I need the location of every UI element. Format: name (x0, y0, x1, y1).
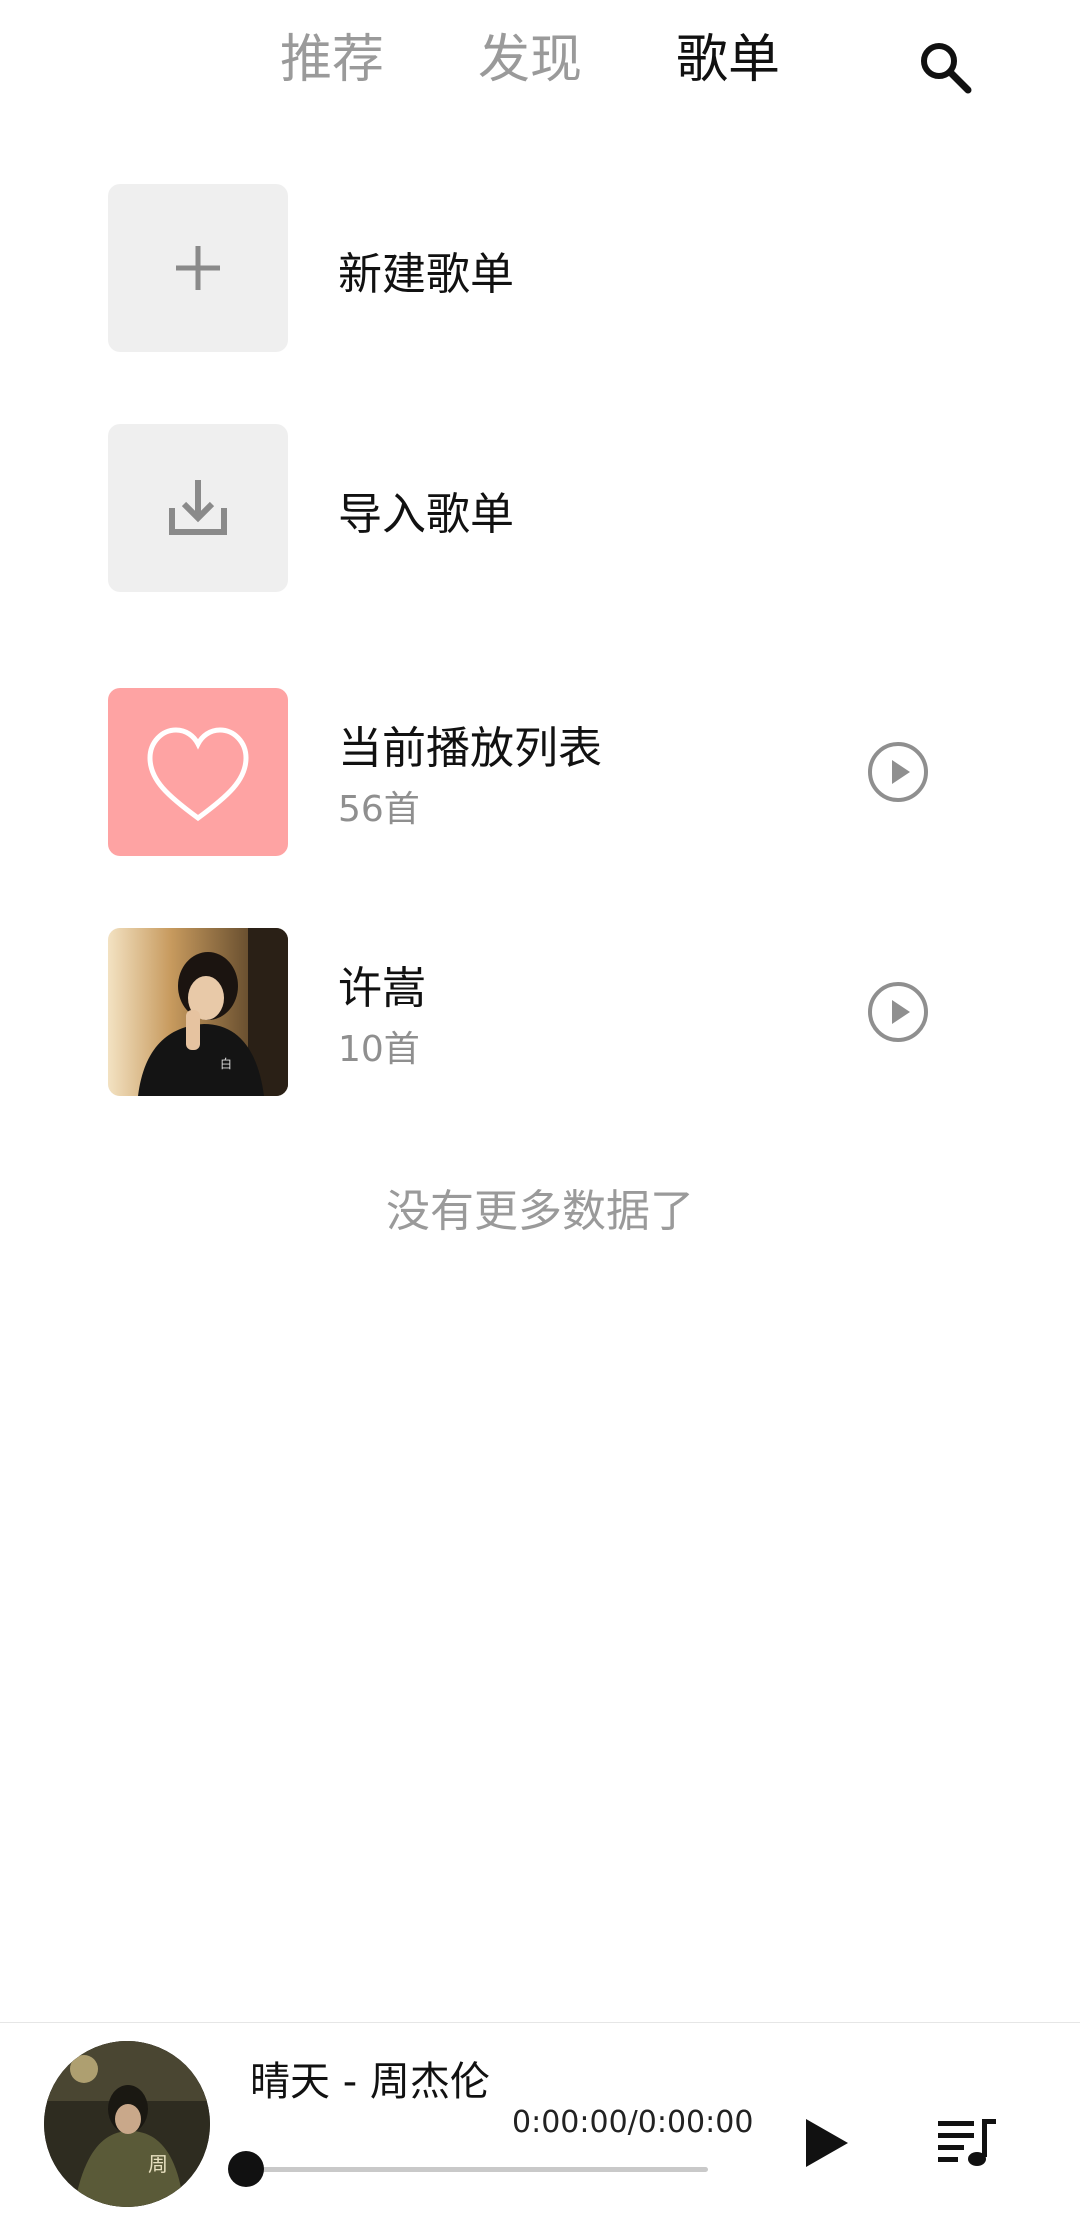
playlist-item[interactable]: 当前播放列表 56首 (108, 688, 988, 858)
now-playing-title: 晴天 - 周杰伦 (250, 2059, 490, 2105)
svg-text:周: 周 (148, 2152, 168, 2176)
queue-icon[interactable] (936, 2115, 1000, 2171)
play-playlist-icon[interactable] (866, 740, 930, 804)
playback-time: 0:00:00/0:00:00 (512, 2105, 754, 2140)
now-playing-cover[interactable]: 周 (44, 2041, 210, 2207)
playlist-title: 许嵩 (338, 963, 426, 1014)
progress-track[interactable] (246, 2167, 708, 2172)
plus-icon (176, 246, 220, 290)
playlist-cover: 白 (108, 928, 288, 1096)
mini-player[interactable]: 周 晴天 - 周杰伦 0:00:00/0:00:00 (0, 2022, 1080, 2219)
search-icon[interactable] (914, 36, 978, 100)
tab-playlist[interactable]: 歌单 (676, 24, 780, 96)
album-photo: 白 (108, 928, 288, 1096)
playlist-count: 56首 (338, 789, 420, 830)
list-end-text: 没有更多数据了 (386, 1186, 694, 1237)
playlist-cover (108, 688, 288, 856)
play-icon[interactable] (798, 2113, 854, 2173)
import-playlist-label: 导入歌单 (338, 489, 514, 540)
playlist-count: 10首 (338, 1029, 420, 1070)
heart-icon (147, 727, 249, 822)
tab-recommend[interactable]: 推荐 (280, 24, 384, 96)
svg-text:白: 白 (220, 1056, 232, 1071)
new-playlist-row[interactable]: 新建歌单 (108, 184, 988, 354)
import-playlist-row[interactable]: 导入歌单 (108, 424, 988, 594)
play-playlist-icon[interactable] (866, 980, 930, 1044)
progress-knob[interactable] (228, 2151, 264, 2187)
new-playlist-label: 新建歌单 (338, 249, 514, 300)
import-playlist-tile (108, 424, 288, 592)
playlist-title: 当前播放列表 (338, 723, 602, 774)
album-art: 周 (44, 2041, 210, 2207)
tab-discover[interactable]: 发现 (478, 24, 582, 96)
download-icon (169, 480, 227, 535)
new-playlist-tile (108, 184, 288, 352)
top-tab-bar: 推荐 发现 歌单 (0, 0, 1080, 130)
playlist-item[interactable]: 白 许嵩 10首 (108, 928, 988, 1098)
